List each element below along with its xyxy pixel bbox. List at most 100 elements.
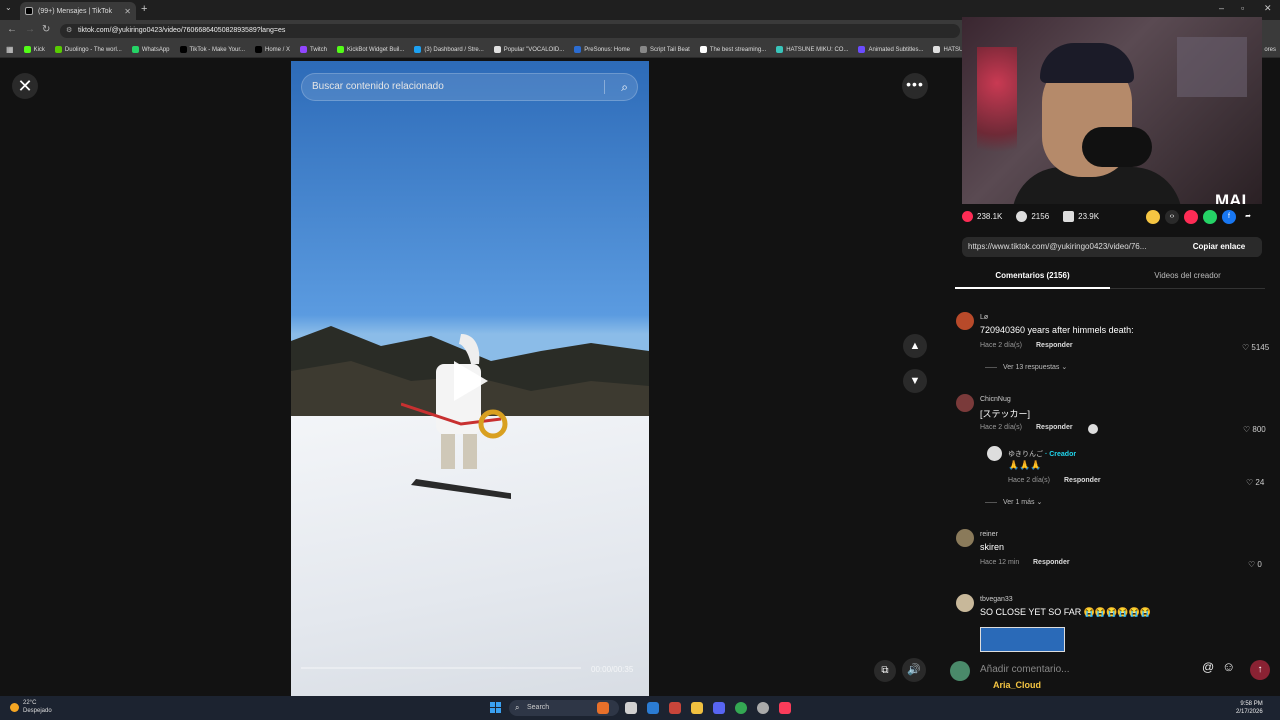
share-arrow-icon[interactable]: ➦: [1241, 210, 1255, 224]
webcam-microphone: [1082, 127, 1152, 167]
weather-widget[interactable]: 22°C Despejado: [10, 699, 52, 715]
webcam-label: MAI: [1215, 191, 1247, 204]
like-button[interactable]: 238.1K: [962, 210, 1003, 222]
bookmark-favicon-icon: [933, 46, 941, 53]
reply-like-count: 24: [1255, 478, 1265, 487]
reply-button[interactable]: Responder: [1036, 342, 1073, 349]
save-button[interactable]: 23.9K: [1063, 210, 1099, 222]
music-app-icon[interactable]: [779, 702, 791, 714]
file-explorer-icon[interactable]: [691, 702, 703, 714]
bookmark-item[interactable]: The best streaming...: [699, 46, 766, 53]
reply-button[interactable]: Responder: [1033, 559, 1070, 566]
reply-button[interactable]: Responder: [1036, 424, 1073, 431]
video-player[interactable]: Buscar contenido relacionado ⌕ 00:00/00:…: [291, 61, 649, 696]
minimize-icon[interactable]: –: [1219, 3, 1224, 13]
bookmark-item[interactable]: Twitch: [300, 46, 327, 53]
apps-icon[interactable]: ▦: [6, 45, 14, 54]
volume-icon: 🔊: [907, 664, 921, 676]
comment-avatar[interactable]: [956, 394, 974, 412]
discord-icon[interactable]: [713, 702, 725, 714]
bookmark-label: HATSUNE MIKU: CO...: [786, 46, 849, 53]
search-icon[interactable]: ⌕: [621, 74, 628, 100]
restore-icon[interactable]: ▫: [1241, 3, 1244, 13]
comment-like-button[interactable]: ♡ 0: [1248, 560, 1262, 569]
send-icon[interactable]: [1184, 210, 1198, 224]
more-options-button[interactable]: •••: [902, 73, 928, 99]
chrome-icon[interactable]: [735, 702, 747, 714]
facebook-icon[interactable]: f: [1222, 210, 1236, 224]
coin-icon[interactable]: [1146, 210, 1160, 224]
video-progress-bar[interactable]: [301, 667, 581, 669]
comment-avatar[interactable]: [956, 594, 974, 612]
send-comment-button[interactable]: ↑: [1250, 660, 1270, 680]
bookmark-item[interactable]: WhatsApp: [131, 46, 170, 53]
next-video-button[interactable]: ▼: [903, 369, 927, 393]
comment-author[interactable]: Lø: [980, 314, 988, 321]
bookmark-item[interactable]: Animated Subtitles...: [858, 46, 923, 53]
comment-input[interactable]: Añadir comentario...: [976, 660, 1236, 680]
video-actions: 238.1K 2156 23.9K: [962, 208, 1107, 224]
comment-image[interactable]: [980, 627, 1065, 652]
comment-avatar[interactable]: [956, 312, 974, 330]
site-info-icon[interactable]: ⚙: [66, 24, 72, 38]
bookmark-item[interactable]: Kick: [23, 46, 45, 53]
comment-author[interactable]: tbvegan33: [980, 596, 1013, 603]
bookmark-item[interactable]: Script Tail Beat: [639, 46, 690, 53]
tab-search-icon[interactable]: ⌄: [5, 3, 12, 12]
task-view-icon[interactable]: [625, 702, 637, 714]
webcam-overlay: MAI: [962, 17, 1262, 204]
reply-avatar[interactable]: [987, 446, 1002, 461]
comment-author[interactable]: ChicnNug: [980, 396, 1011, 403]
previous-video-button[interactable]: ▲: [903, 334, 927, 358]
bookmark-item[interactable]: TikTok - Make Your...: [179, 46, 245, 53]
forward-icon[interactable]: →: [25, 24, 35, 35]
like-count: 238.1K: [977, 211, 1003, 221]
tab-comments[interactable]: Comentarios (2156): [955, 266, 1110, 289]
bookmark-item[interactable]: (3) Dashboard / Stre...: [414, 46, 484, 53]
app-icon[interactable]: [669, 702, 681, 714]
taskbar-search-label: Search: [527, 704, 550, 711]
windows-start-icon[interactable]: [490, 702, 501, 713]
floating-player-button[interactable]: ⧉: [874, 660, 896, 682]
comment-like-button[interactable]: ♡ 800: [1243, 425, 1266, 434]
bookmark-favicon-icon: [179, 46, 187, 53]
reply-author[interactable]: ゆきりんご · Creador: [1008, 449, 1076, 459]
embed-icon[interactable]: ‹›: [1165, 210, 1179, 224]
emoji-icon[interactable]: ☺: [1222, 659, 1235, 674]
browser-tab[interactable]: (99+) Mensajes | TikTok ✕: [20, 2, 136, 20]
comment-author[interactable]: reiner: [980, 531, 998, 538]
close-video-button[interactable]: ✕: [12, 73, 38, 99]
comment-like-button[interactable]: ♡ 5145: [1242, 343, 1269, 352]
close-tab-icon[interactable]: ✕: [124, 7, 131, 16]
new-tab-button[interactable]: +: [141, 3, 147, 15]
bookmarks-overflow[interactable]: ores: [1264, 47, 1276, 53]
related-search-input[interactable]: Buscar contenido relacionado ⌕: [301, 73, 638, 101]
reply-button[interactable]: Responder: [1064, 477, 1101, 484]
reply-like-button[interactable]: ♡ 24: [1246, 478, 1264, 487]
back-icon[interactable]: ←: [7, 24, 17, 35]
floating-player-icon: ⧉: [881, 665, 889, 676]
play-icon[interactable]: [454, 361, 488, 401]
volume-button[interactable]: 🔊: [902, 658, 926, 682]
window-close-icon[interactable]: ✕: [1264, 3, 1272, 14]
view-more-button[interactable]: Ver 1 más ⌄: [985, 498, 1042, 506]
taskbar-widget-icon[interactable]: [597, 702, 609, 714]
tab-creator-videos[interactable]: Videos del creador: [1110, 266, 1265, 289]
address-bar[interactable]: ⚙ tiktok.com/@yukiringo0423/video/760668…: [60, 24, 960, 38]
bookmark-item[interactable]: Home / X: [254, 46, 290, 53]
copy-link-button[interactable]: Copiar enlace: [1176, 237, 1262, 257]
bookmark-item[interactable]: KickBot Widget Buil...: [337, 46, 404, 53]
reload-icon[interactable]: ↻: [42, 24, 50, 35]
whatsapp-icon[interactable]: [1203, 210, 1217, 224]
view-replies-button[interactable]: Ver 13 respuestas ⌄: [985, 363, 1067, 371]
edge-icon[interactable]: [647, 702, 659, 714]
bookmark-item[interactable]: Duolingo - The worl...: [54, 46, 122, 53]
bookmark-item[interactable]: PreSonus: Home: [574, 46, 630, 53]
settings-icon[interactable]: [757, 702, 769, 714]
bookmark-item[interactable]: HATSUNE MIKU: CO...: [776, 46, 848, 53]
system-clock[interactable]: 9:58 PM 2/17/2026: [1236, 700, 1263, 716]
bookmark-item[interactable]: Popular "VOCALOID...: [493, 46, 564, 53]
mention-icon[interactable]: @: [1202, 660, 1214, 674]
comment-button[interactable]: 2156: [1016, 210, 1049, 222]
comment-avatar[interactable]: [956, 529, 974, 547]
